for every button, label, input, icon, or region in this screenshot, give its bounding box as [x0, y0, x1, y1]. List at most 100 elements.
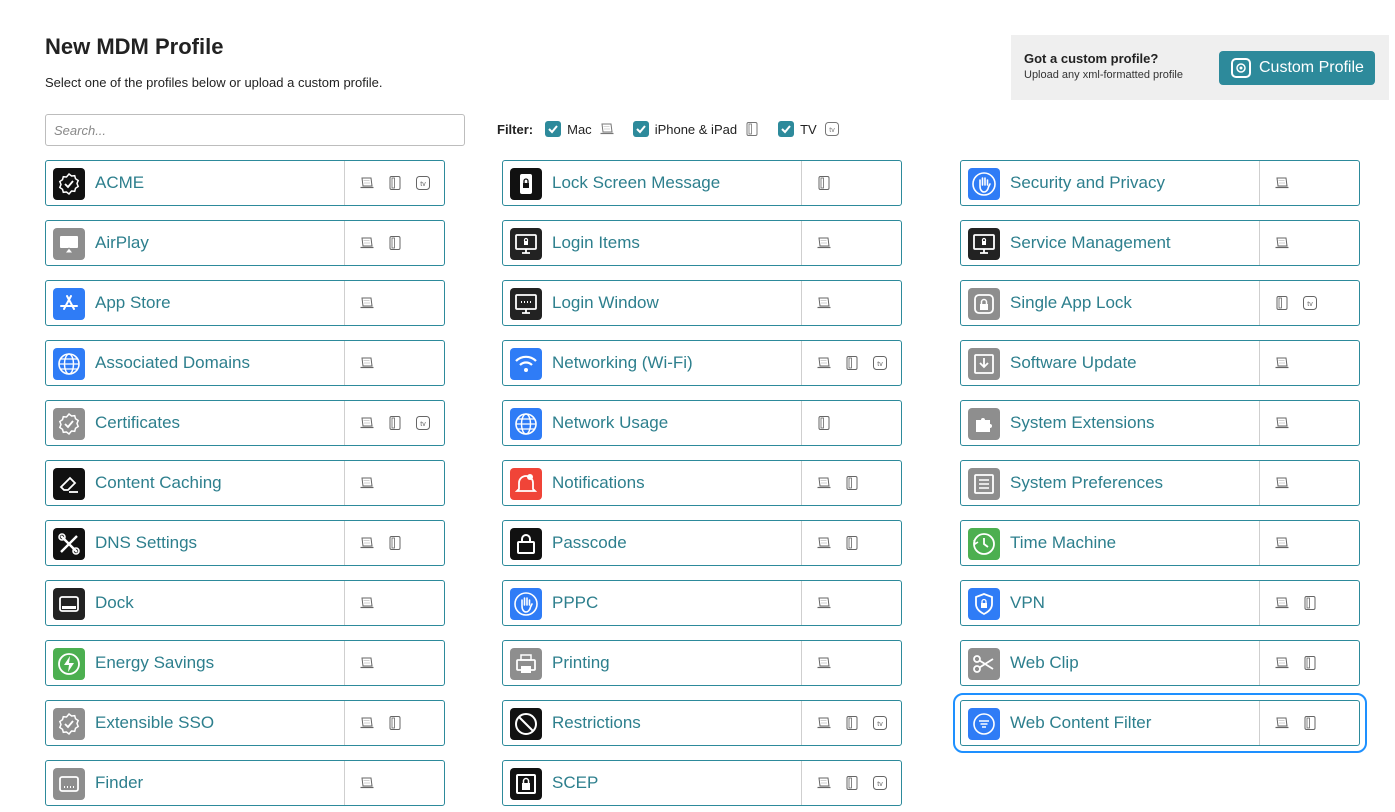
- profile-name: Extensible SSO: [95, 713, 215, 732]
- divider: [1259, 161, 1260, 205]
- platform-icons: [1273, 221, 1291, 265]
- platform-icons: [358, 281, 376, 325]
- profile-card[interactable]: Service Management: [960, 220, 1360, 266]
- filter-option-tv[interactable]: TV tv: [778, 120, 841, 138]
- padlock-icon: [510, 528, 542, 560]
- gear-icon: [1231, 58, 1251, 78]
- laptop-icon: [1273, 654, 1291, 672]
- phone-icon: [743, 120, 761, 138]
- divider: [344, 281, 345, 325]
- profile-name: Service Management: [1010, 233, 1171, 252]
- divider: [344, 401, 345, 445]
- divider: [344, 161, 345, 205]
- profile-card[interactable]: Content Caching: [45, 460, 445, 506]
- divider: [801, 761, 802, 805]
- platform-icons: [358, 641, 376, 685]
- platform-icons: [815, 401, 833, 445]
- filter-option-label: TV: [800, 121, 817, 137]
- profile-name: Restrictions: [552, 713, 641, 732]
- profile-card[interactable]: ACME tv: [45, 160, 445, 206]
- dock-icon: [53, 588, 85, 620]
- profile-card[interactable]: Web Content Filter: [953, 693, 1367, 753]
- laptop-icon: [815, 654, 833, 672]
- search-input[interactable]: [45, 114, 465, 146]
- profile-card[interactable]: Dock: [45, 580, 445, 626]
- profile-card[interactable]: System Preferences: [960, 460, 1360, 506]
- profile-card[interactable]: Finder: [45, 760, 445, 806]
- profile-card[interactable]: DNS Settings: [45, 520, 445, 566]
- profile-card[interactable]: Energy Savings: [45, 640, 445, 686]
- phone-icon: [386, 534, 404, 552]
- phone-icon: [815, 174, 833, 192]
- phone-icon: [1301, 654, 1319, 672]
- phone-icon: [1301, 594, 1319, 612]
- profile-card[interactable]: Restrictions tv: [502, 700, 902, 746]
- shield-lock-icon: [968, 588, 1000, 620]
- custom-profile-button[interactable]: Custom Profile: [1219, 51, 1375, 85]
- profile-name: System Extensions: [1010, 413, 1155, 432]
- platform-icons: [358, 221, 404, 265]
- divider: [344, 461, 345, 505]
- profile-card[interactable]: Software Update: [960, 340, 1360, 386]
- profile-card[interactable]: Lock Screen Message: [502, 160, 902, 206]
- divider: [801, 281, 802, 325]
- profile-card[interactable]: System Extensions: [960, 400, 1360, 446]
- phone-icon: [843, 714, 861, 732]
- platform-icons: tv: [1273, 281, 1319, 325]
- platform-icons: [358, 761, 376, 805]
- profile-card[interactable]: Passcode: [502, 520, 902, 566]
- tv-icon: tv: [414, 174, 432, 192]
- profile-name: Network Usage: [552, 413, 669, 432]
- profile-name: Single App Lock: [1010, 293, 1132, 312]
- laptop-icon: [358, 774, 376, 792]
- profile-name: System Preferences: [1010, 473, 1164, 492]
- profile-name: Energy Savings: [95, 653, 215, 672]
- tv-icon: tv: [871, 354, 889, 372]
- platform-icons: tv: [358, 401, 432, 445]
- phone-icon: [1301, 714, 1319, 732]
- profile-card[interactable]: AirPlay: [45, 220, 445, 266]
- platform-icons: [815, 521, 861, 565]
- platform-icons: [1273, 341, 1291, 385]
- hand-icon: [510, 588, 542, 620]
- profile-card[interactable]: SCEP tv: [502, 760, 902, 806]
- profile-name: Certificates: [95, 413, 181, 432]
- profile-name: Printing: [552, 653, 610, 672]
- checkbox-checked-icon[interactable]: [778, 121, 795, 137]
- profile-card[interactable]: Networking (Wi-Fi) tv: [502, 340, 902, 386]
- profile-card[interactable]: Security and Privacy: [960, 160, 1360, 206]
- profile-card[interactable]: Network Usage: [502, 400, 902, 446]
- profile-card[interactable]: Notifications: [502, 460, 902, 506]
- profile-card[interactable]: Associated Domains: [45, 340, 445, 386]
- svg-text:tv: tv: [877, 781, 883, 788]
- profile-name: Notifications: [552, 473, 645, 492]
- filter-option-ios[interactable]: iPhone & iPad: [632, 120, 761, 138]
- phone-icon: [386, 714, 404, 732]
- tv-icon: tv: [1301, 294, 1319, 312]
- profile-card[interactable]: Extensible SSO: [45, 700, 445, 746]
- profile-card[interactable]: Time Machine: [960, 520, 1360, 566]
- svg-text:tv: tv: [1307, 301, 1313, 308]
- finder-icon: [53, 768, 85, 800]
- divider: [344, 521, 345, 565]
- divider: [344, 221, 345, 265]
- profile-card[interactable]: PPPC: [502, 580, 902, 626]
- profile-card[interactable]: Single App Lock tv: [960, 280, 1360, 326]
- airplay-icon: [53, 228, 85, 260]
- profile-card[interactable]: Certificates tv: [45, 400, 445, 446]
- profile-card[interactable]: VPN: [960, 580, 1360, 626]
- monitor-dots-icon: [510, 288, 542, 320]
- laptop-icon: [815, 534, 833, 552]
- checkbox-checked-icon[interactable]: [545, 121, 562, 137]
- tv-icon: tv: [871, 714, 889, 732]
- profile-card[interactable]: Login Items: [502, 220, 902, 266]
- checkbox-checked-icon[interactable]: [632, 121, 649, 137]
- certificate-icon: [53, 408, 85, 440]
- profile-card[interactable]: Web Clip: [960, 640, 1360, 686]
- profile-card[interactable]: App Store: [45, 280, 445, 326]
- divider: [344, 581, 345, 625]
- filter-option-mac[interactable]: Mac: [545, 120, 616, 138]
- profile-card[interactable]: Printing: [502, 640, 902, 686]
- platform-icons: [358, 461, 376, 505]
- profile-card[interactable]: Login Window: [502, 280, 902, 326]
